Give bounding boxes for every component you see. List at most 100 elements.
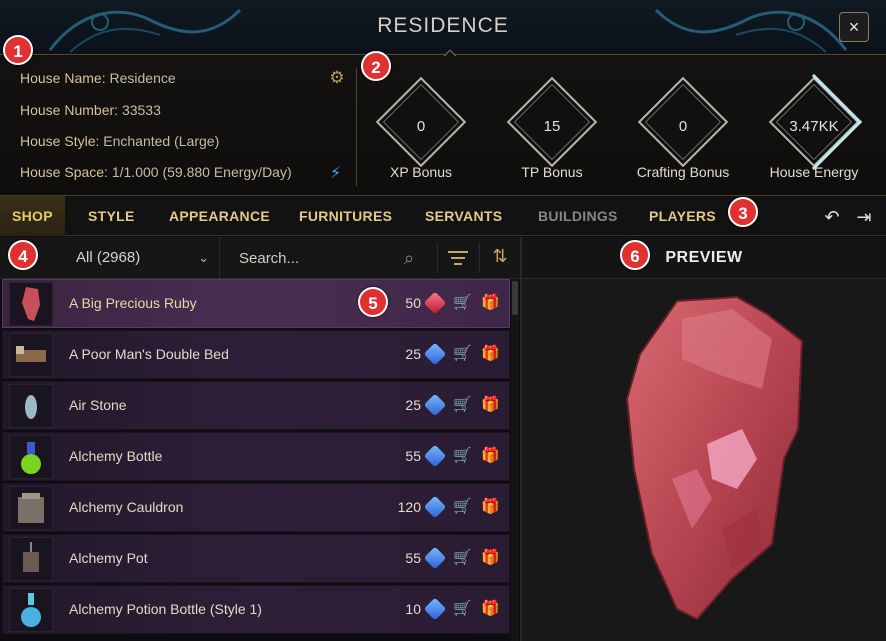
lightning-icon: ⚡ — [330, 165, 342, 182]
tab-appearance[interactable]: APPEARANCE — [169, 196, 270, 236]
list-item[interactable]: Alchemy Cauldron 120 🛒 🎁 — [2, 483, 510, 532]
filter-icon[interactable] — [446, 247, 470, 269]
callout-badge-5: 5 — [358, 287, 388, 317]
xp-bonus-value: 0 — [416, 118, 426, 135]
gift-icon[interactable]: 🎁 — [481, 446, 500, 464]
list-item[interactable]: Alchemy Pot 55 🛒 🎁 — [2, 534, 510, 583]
crystal-currency-icon — [423, 393, 447, 417]
house-style-row: House Style: Enchanted (Large) — [20, 133, 219, 149]
chevron-down-icon: ⌄ — [198, 250, 209, 265]
xp-bonus-label: XP Bonus — [389, 164, 452, 180]
gift-icon[interactable]: 🎁 — [481, 548, 500, 566]
gift-icon[interactable]: 🎁 — [481, 395, 500, 413]
item-name: Alchemy Bottle — [69, 448, 163, 464]
tab-players[interactable]: PLAYERS — [649, 196, 716, 236]
house-space-row: House Space: 1/1.000 (59.880 Energy/Day) — [20, 164, 292, 180]
callout-badge-4: 4 — [8, 240, 38, 270]
list-item[interactable]: Air Stone 25 🛒 🎁 — [2, 381, 510, 430]
list-item[interactable]: A Big Precious Ruby 50 🛒 🎁 — [2, 279, 510, 328]
cart-icon[interactable]: 🛒 — [453, 344, 472, 362]
ruby-preview-image — [625, 295, 804, 621]
crystal-currency-icon — [423, 597, 447, 621]
crystal-currency-icon — [423, 342, 447, 366]
crystal-currency-icon — [423, 444, 447, 468]
item-price: 50 — [405, 295, 421, 311]
crystal-currency-icon — [423, 495, 447, 519]
info-divider — [356, 68, 357, 186]
air-stone-thumbnail — [9, 384, 53, 428]
bed-thumbnail — [9, 333, 53, 377]
house-energy-value: 3.47KK — [789, 118, 839, 135]
house-number-row: House Number: 33533 — [20, 102, 161, 118]
category-dropdown[interactable]: All (2968) ⌄ — [58, 237, 220, 279]
callout-badge-2: 2 — [361, 51, 391, 81]
house-energy-label: House Energy — [769, 164, 859, 180]
cart-icon[interactable]: 🛒 — [453, 599, 472, 617]
alchemy-pot-thumbnail — [9, 537, 53, 581]
gift-icon[interactable]: 🎁 — [481, 497, 500, 515]
house-number-value: 33533 — [121, 102, 161, 118]
list-item[interactable]: A Poor Man's Double Bed 25 🛒 🎁 — [2, 330, 510, 379]
cart-icon[interactable]: 🛒 — [453, 446, 472, 464]
filter-divider — [437, 243, 438, 273]
item-name: Alchemy Cauldron — [69, 499, 184, 515]
tab-buildings[interactable]: BUILDINGS — [538, 196, 618, 236]
cart-icon[interactable]: 🛒 — [453, 548, 472, 566]
tab-style[interactable]: STYLE — [88, 196, 135, 236]
item-list: A Big Precious Ruby 50 🛒 🎁 A Poor Man's … — [0, 279, 520, 641]
cart-icon[interactable]: 🛒 — [453, 497, 472, 515]
house-style-value: Enchanted (Large) — [103, 133, 220, 149]
cart-icon[interactable]: 🛒 — [453, 395, 472, 413]
preview-panel[interactable] — [522, 279, 886, 641]
item-price: 25 — [405, 346, 421, 362]
gift-icon[interactable]: 🎁 — [481, 293, 500, 311]
list-item[interactable]: Alchemy Potion Bottle (Style 1) 10 🛒 🎁 — [2, 585, 510, 634]
back-arrow-icon[interactable]: ↶ — [821, 206, 843, 228]
item-price: 55 — [405, 448, 421, 464]
house-name-row: House Name: Residence — [20, 70, 176, 86]
tp-bonus: 15 TP Bonus — [492, 76, 612, 192]
callout-badge-1: 1 — [3, 35, 33, 65]
crystal-currency-icon — [423, 546, 447, 570]
item-name: Alchemy Pot — [69, 550, 148, 566]
scrollbar-thumb[interactable] — [512, 281, 518, 315]
crafting-bonus-value: 0 — [678, 118, 688, 135]
preview-title: PREVIEW — [522, 237, 886, 279]
tp-bonus-value: 15 — [543, 118, 561, 135]
house-info-panel: House Name: Residence ⚙ House Number: 33… — [0, 56, 886, 196]
item-name: A Big Precious Ruby — [69, 295, 197, 311]
item-price: 120 — [397, 499, 421, 515]
house-space-label: House Space: — [20, 164, 108, 180]
house-name-label: House Name: — [20, 70, 106, 86]
gear-icon[interactable]: ⚙ — [328, 69, 346, 87]
title-bar: RESIDENCE × — [0, 0, 886, 55]
gift-icon[interactable]: 🎁 — [481, 599, 500, 617]
search-icon[interactable]: ⌕ — [398, 247, 420, 269]
sort-icon[interactable]: ⇅ — [488, 246, 512, 270]
house-name-value: Residence — [109, 70, 176, 86]
close-button[interactable]: × — [839, 12, 869, 42]
filter-bar: All (2968) ⌄ ⌕ ⇅ — [0, 237, 520, 279]
ruby-currency-icon — [423, 291, 447, 315]
tab-servants[interactable]: SERVANTS — [425, 196, 502, 236]
cart-icon[interactable]: 🛒 — [453, 293, 472, 311]
category-dropdown-value: All (2968) — [76, 249, 141, 266]
item-price: 25 — [405, 397, 421, 413]
tab-shop[interactable]: SHOP — [0, 196, 65, 236]
exit-door-icon[interactable]: ⇥ — [853, 206, 875, 228]
callout-badge-3: 3 — [728, 197, 758, 227]
window-title: RESIDENCE — [377, 14, 509, 37]
gift-icon[interactable]: 🎁 — [481, 344, 500, 362]
list-item[interactable]: Alchemy Bottle 55 🛒 🎁 — [2, 432, 510, 481]
xp-bonus: 0 XP Bonus — [361, 76, 481, 192]
house-space-value: 1/1.000 (59.880 Energy/Day) — [111, 164, 292, 180]
alchemy-bottle-thumbnail — [9, 435, 53, 479]
potion-bottle-thumbnail — [9, 588, 53, 632]
house-energy: 3.47KK House Energy — [754, 73, 874, 192]
item-price: 55 — [405, 550, 421, 566]
list-scrollbar[interactable] — [511, 279, 519, 641]
crafting-bonus: 0 Crafting Bonus — [623, 76, 743, 192]
tab-furnitures[interactable]: FURNITURES — [299, 196, 392, 236]
house-number-label: House Number: — [20, 102, 119, 118]
callout-badge-6: 6 — [620, 240, 650, 270]
